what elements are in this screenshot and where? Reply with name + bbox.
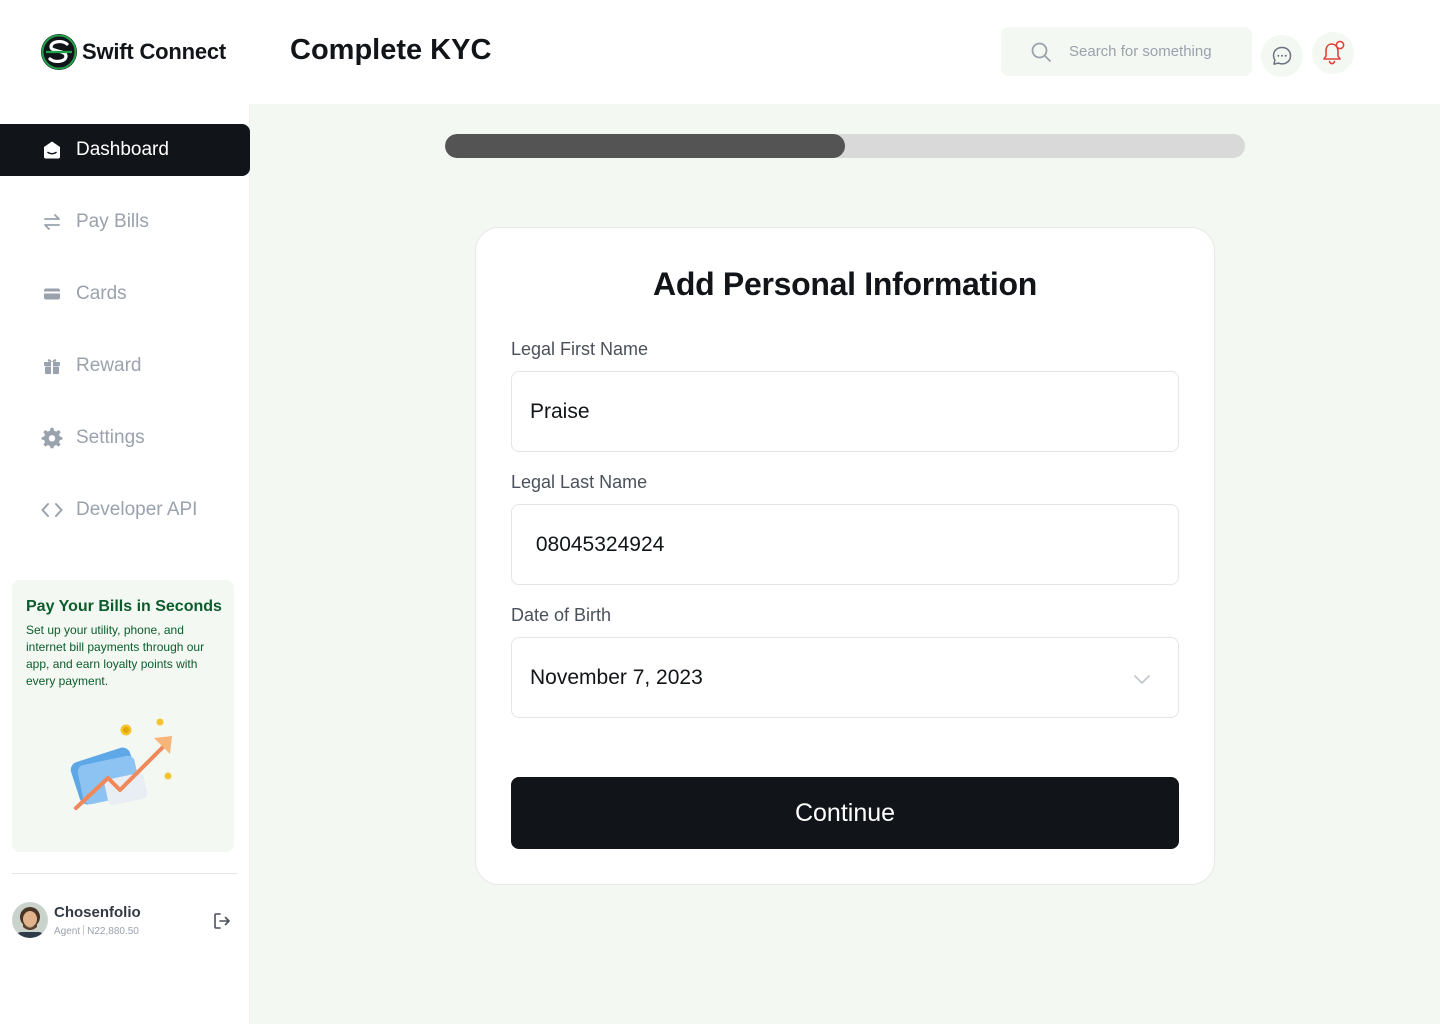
user-role: Agent bbox=[54, 926, 81, 937]
chevron-down-icon bbox=[1134, 675, 1150, 684]
dob-label: Date of Birth bbox=[511, 605, 612, 625]
wallet-growth-illustration bbox=[70, 718, 172, 810]
sidebar-item-label: Pay Bills bbox=[76, 211, 149, 232]
card-title: Add Personal Information bbox=[653, 266, 1037, 302]
sidebar-item-label: Settings bbox=[76, 427, 145, 448]
last-name-field[interactable] bbox=[511, 504, 1179, 585]
dob-select[interactable]: November 7, 2023 bbox=[511, 637, 1179, 718]
code-icon bbox=[41, 499, 63, 521]
search-input[interactable] bbox=[1069, 39, 1239, 63]
avatar bbox=[12, 902, 48, 938]
page-title: Complete KYC bbox=[290, 34, 492, 66]
user-meta: Agent N22,880.50 bbox=[54, 925, 139, 937]
main-content: Add Personal Information Legal First Nam… bbox=[250, 104, 1440, 1024]
first-name-input[interactable] bbox=[530, 396, 1130, 428]
sidebar-item-settings[interactable]: Settings bbox=[0, 412, 250, 464]
promo-text: Set up your utility, phone, and internet… bbox=[26, 623, 205, 688]
sidebar-item-cards[interactable]: Cards bbox=[0, 268, 250, 320]
user-profile[interactable]: Chosenfolio Agent N22,880.50 bbox=[12, 901, 238, 941]
personal-info-card: Add Personal Information Legal First Nam… bbox=[475, 227, 1215, 885]
dob-value: November 7, 2023 bbox=[530, 666, 703, 689]
gear-icon bbox=[41, 427, 63, 449]
gift-icon bbox=[41, 355, 63, 377]
sidebar-item-label: Reward bbox=[76, 355, 142, 376]
search-bar[interactable] bbox=[1001, 27, 1252, 76]
sidebar-item-label: Cards bbox=[76, 283, 127, 304]
bell-icon bbox=[1323, 40, 1345, 65]
last-name-label: Legal Last Name bbox=[511, 472, 648, 492]
first-name-label: Legal First Name bbox=[511, 339, 649, 359]
sidebar-item-pay-bills[interactable]: Pay Bills bbox=[0, 196, 250, 248]
top-header: Swift Connect Complete KYC bbox=[0, 0, 1440, 104]
swift-connect-logo-icon bbox=[41, 34, 77, 70]
notifications-button[interactable] bbox=[1312, 32, 1354, 74]
brand-name: Swift Connect bbox=[82, 39, 227, 64]
user-name: Chosenfolio bbox=[54, 904, 141, 921]
card-icon bbox=[41, 283, 63, 305]
sidebar-item-label: Developer API bbox=[76, 499, 198, 520]
chat-bubble-icon bbox=[1272, 46, 1292, 65]
sidebar-item-dashboard[interactable]: Dashboard bbox=[0, 124, 250, 176]
sidebar-item-developer-api[interactable]: Developer API bbox=[0, 484, 250, 536]
continue-button[interactable]: Continue bbox=[511, 777, 1179, 849]
last-name-input[interactable] bbox=[530, 529, 1130, 561]
sidebar-divider bbox=[12, 873, 238, 874]
search-icon bbox=[1031, 42, 1051, 62]
kyc-progress-bar bbox=[445, 134, 1245, 158]
home-icon bbox=[41, 139, 63, 161]
kyc-progress-fill bbox=[445, 134, 845, 158]
messages-button[interactable] bbox=[1261, 35, 1303, 77]
transfer-icon bbox=[41, 211, 63, 233]
promo-title: Pay Your Bills in Seconds bbox=[26, 598, 222, 615]
user-balance: N22,880.50 bbox=[87, 926, 139, 937]
sidebar: Dashboard Pay Bills Cards Reward Setting… bbox=[0, 104, 250, 1024]
meta-separator bbox=[83, 925, 85, 935]
brand-logo[interactable]: Swift Connect bbox=[40, 33, 226, 71]
logout-icon[interactable] bbox=[212, 911, 232, 931]
promo-card: Pay Your Bills in Seconds Set up your ut… bbox=[12, 580, 234, 852]
sidebar-item-reward[interactable]: Reward bbox=[0, 340, 250, 392]
first-name-field[interactable] bbox=[511, 371, 1179, 452]
sidebar-item-label: Dashboard bbox=[76, 139, 169, 160]
